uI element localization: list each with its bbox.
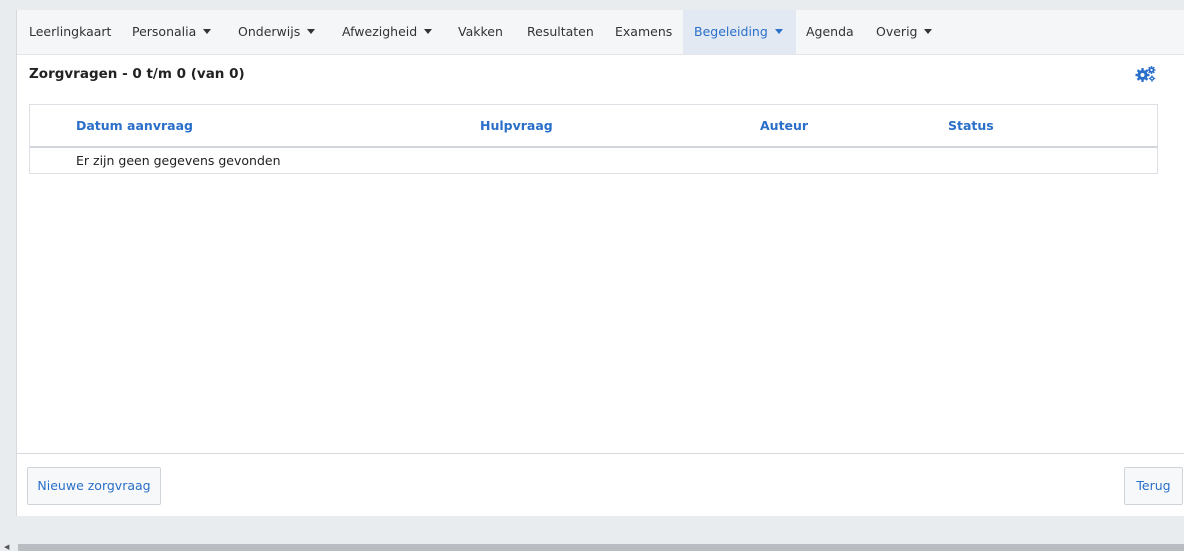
caret-down-icon [307, 29, 316, 34]
nav-item-label: Onderwijs [238, 24, 301, 39]
page-title: Zorgvragen - 0 t/m 0 (van 0) [29, 66, 245, 82]
top-navigation: Leerlingkaart Personalia Onderwijs Afwez… [17, 10, 1184, 55]
column-header-hulpvraag[interactable]: Hulpvraag [480, 118, 553, 133]
gears-icon[interactable] [1135, 65, 1157, 83]
main-panel: Leerlingkaart Personalia Onderwijs Afwez… [16, 10, 1184, 516]
caret-down-icon [424, 29, 433, 34]
caret-down-icon [774, 29, 783, 34]
nav-item-label: Resultaten [527, 24, 594, 39]
scroll-left-icon[interactable]: ◀ [4, 543, 9, 551]
zorgvragen-table: Datum aanvraag Hulpvraag Auteur Status E… [29, 104, 1158, 174]
nav-item-label: Agenda [806, 24, 854, 39]
nav-item-leerlingkaart[interactable]: Leerlingkaart [29, 10, 111, 54]
nav-item-label: Overig [876, 24, 918, 39]
footer-divider [17, 453, 1184, 454]
nav-item-examens[interactable]: Examens [615, 10, 672, 54]
nav-item-label: Examens [615, 24, 673, 39]
nav-item-label: Afwezigheid [342, 24, 418, 39]
nav-item-agenda[interactable]: Agenda [806, 10, 854, 54]
table-header: Datum aanvraag Hulpvraag Auteur Status [30, 105, 1157, 148]
nav-item-resultaten[interactable]: Resultaten [527, 10, 594, 54]
nav-item-personalia[interactable]: Personalia [132, 10, 212, 54]
left-gutter [0, 0, 8, 551]
nav-item-afwezigheid[interactable]: Afwezigheid [342, 10, 433, 54]
nav-item-label: Leerlingkaart [29, 24, 112, 39]
caret-down-icon [924, 29, 933, 34]
nav-item-label: Begeleiding [694, 24, 768, 39]
nav-item-overig[interactable]: Overig [876, 10, 933, 54]
column-header-auteur[interactable]: Auteur [760, 118, 808, 133]
caret-down-icon [203, 29, 212, 34]
empty-table-message: Er zijn geen gegevens gevonden [76, 153, 281, 168]
column-header-status[interactable]: Status [948, 118, 994, 133]
nav-item-begeleiding[interactable]: Begeleiding [683, 10, 796, 54]
nav-item-onderwijs[interactable]: Onderwijs [238, 10, 316, 54]
new-zorgvraag-button[interactable]: Nieuwe zorgvraag [27, 467, 161, 505]
horizontal-scrollbar[interactable] [18, 544, 1184, 551]
nav-item-label: Personalia [132, 24, 197, 39]
column-header-datum-aanvraag[interactable]: Datum aanvraag [76, 118, 193, 133]
nav-item-label: Vakken [458, 24, 503, 39]
nav-item-vakken[interactable]: Vakken [458, 10, 503, 54]
back-button[interactable]: Terug [1124, 467, 1183, 505]
